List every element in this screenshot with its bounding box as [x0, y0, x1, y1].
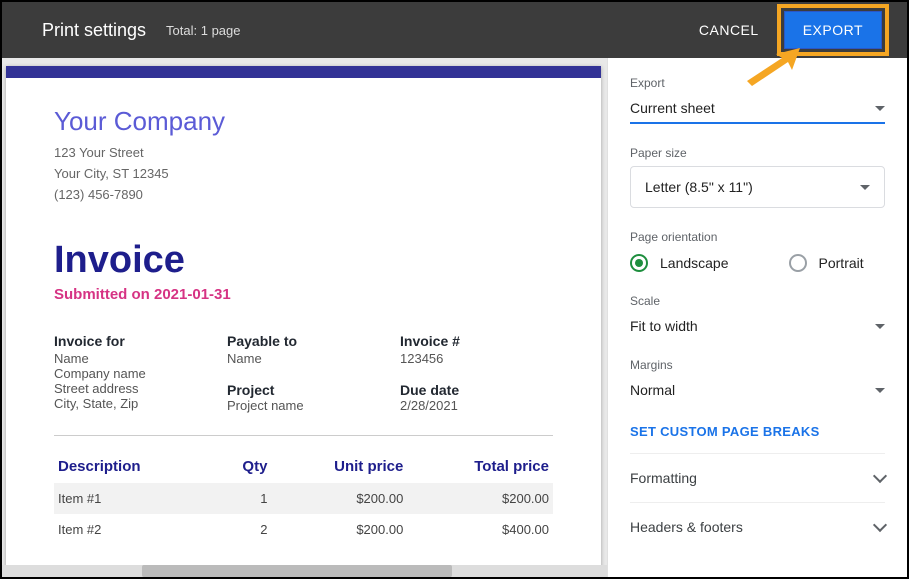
set-page-breaks-link[interactable]: SET CUSTOM PAGE BREAKS — [630, 424, 885, 439]
item-qty: 2 — [213, 514, 271, 545]
payable-to-name: Name — [227, 351, 380, 366]
item-total: $400.00 — [407, 514, 553, 545]
paper-size-label: Paper size — [630, 146, 885, 160]
landscape-label: Landscape — [660, 255, 729, 271]
invoice-num-label: Invoice # — [400, 333, 553, 349]
item-desc: Item #2 — [54, 514, 213, 545]
export-highlight: EXPORT — [777, 4, 889, 56]
items-table: Description Qty Unit price Total price I… — [54, 450, 553, 545]
company-name: Your Company — [54, 106, 553, 137]
payable-to-label: Payable to — [227, 333, 380, 349]
export-dropdown[interactable]: Current sheet — [630, 94, 885, 124]
project-name: Project name — [227, 398, 380, 413]
scale-dropdown[interactable]: Fit to width — [630, 312, 885, 340]
paper-size-value: Letter (8.5" x 11") — [645, 179, 753, 195]
col-unit-price: Unit price — [271, 450, 407, 483]
scale-value: Fit to width — [630, 318, 698, 334]
col-description: Description — [54, 450, 213, 483]
margins-dropdown[interactable]: Normal — [630, 376, 885, 404]
chevron-down-icon — [873, 469, 887, 483]
invoice-for-name: Name — [54, 351, 207, 366]
caret-down-icon — [875, 388, 885, 393]
radio-portrait[interactable]: Portrait — [789, 254, 864, 272]
scrollbar-thumb[interactable] — [142, 565, 452, 577]
address-line: Your City, ST 12345 — [54, 164, 553, 185]
table-row: Item #2 2 $200.00 $400.00 — [54, 514, 553, 545]
radio-landscape[interactable]: Landscape — [630, 254, 729, 272]
preview-pane: Your Company 123 Your Street Your City, … — [2, 58, 607, 577]
page-preview: Your Company 123 Your Street Your City, … — [6, 66, 601, 577]
settings-pane: Export Current sheet Paper size Letter (… — [607, 58, 907, 577]
invoice-for-company: Company name — [54, 366, 207, 381]
headers-footers-label: Headers & footers — [630, 519, 743, 535]
invoice-for-city: City, State, Zip — [54, 396, 207, 411]
header-bar: Print settings Total: 1 page CANCEL EXPO… — [2, 2, 907, 58]
item-total: $200.00 — [407, 483, 553, 514]
col-total-price: Total price — [407, 450, 553, 483]
invoice-for-label: Invoice for — [54, 333, 207, 349]
portrait-label: Portrait — [819, 255, 864, 271]
item-desc: Item #1 — [54, 483, 213, 514]
margins-label: Margins — [630, 358, 885, 372]
invoice-title: Invoice — [54, 239, 553, 282]
chevron-down-icon — [873, 518, 887, 532]
export-label: Export — [630, 76, 885, 90]
radio-icon — [789, 254, 807, 272]
address-line: 123 Your Street — [54, 143, 553, 164]
scale-label: Scale — [630, 294, 885, 308]
margins-value: Normal — [630, 382, 675, 398]
formatting-expander[interactable]: Formatting — [630, 453, 885, 502]
caret-down-icon — [860, 185, 870, 190]
page-total: Total: 1 page — [166, 23, 240, 38]
orientation-group: Landscape Portrait — [630, 254, 885, 272]
item-qty: 1 — [213, 483, 271, 514]
invoice-info-grid: Invoice for Name Company name Street add… — [54, 333, 553, 413]
headers-footers-expander[interactable]: Headers & footers — [630, 502, 885, 551]
submitted-date: Submitted on 2021-01-31 — [54, 286, 553, 303]
invoice-num: 123456 — [400, 351, 553, 366]
project-label: Project — [227, 382, 380, 398]
col-qty: Qty — [213, 450, 271, 483]
due-date-label: Due date — [400, 382, 553, 398]
item-unit: $200.00 — [271, 483, 407, 514]
item-unit: $200.00 — [271, 514, 407, 545]
due-date: 2/28/2021 — [400, 398, 553, 413]
formatting-label: Formatting — [630, 470, 697, 486]
invoice-for-street: Street address — [54, 381, 207, 396]
export-button[interactable]: EXPORT — [784, 11, 882, 49]
radio-icon — [630, 254, 648, 272]
cancel-button[interactable]: CANCEL — [685, 12, 773, 48]
horizontal-scrollbar[interactable] — [2, 565, 607, 577]
phone: (123) 456-7890 — [54, 185, 553, 206]
caret-down-icon — [875, 324, 885, 329]
orientation-label: Page orientation — [630, 230, 885, 244]
caret-down-icon — [875, 106, 885, 111]
table-row: Item #1 1 $200.00 $200.00 — [54, 483, 553, 514]
page-title: Print settings — [42, 20, 146, 41]
content-area: Your Company 123 Your Street Your City, … — [2, 58, 907, 577]
divider — [54, 435, 553, 436]
export-value: Current sheet — [630, 100, 715, 116]
company-address: 123 Your Street Your City, ST 12345 (123… — [54, 143, 553, 205]
paper-size-dropdown[interactable]: Letter (8.5" x 11") — [630, 166, 885, 208]
